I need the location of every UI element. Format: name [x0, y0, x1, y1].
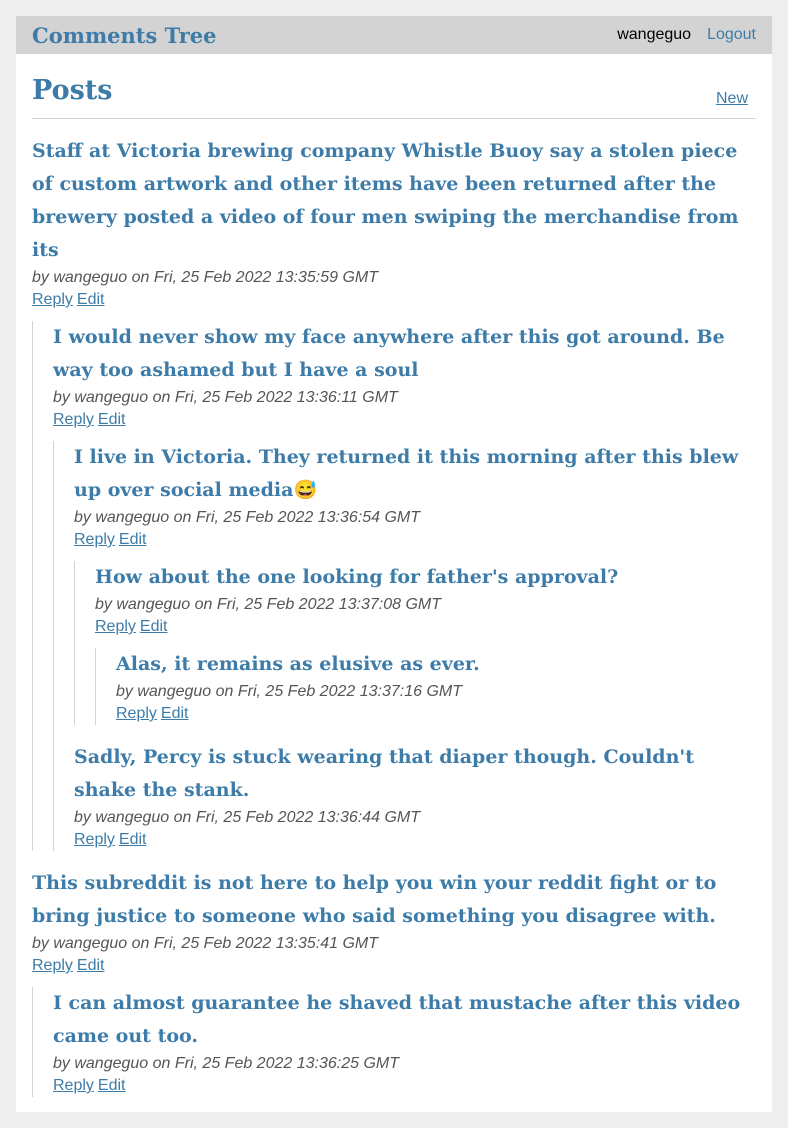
edit-link[interactable]: Edit	[140, 618, 168, 635]
comment-text: Staff at Victoria brewing company Whistl…	[32, 140, 739, 261]
main-content: Posts New Staff at Victoria brewing comp…	[16, 54, 772, 1097]
reply-link[interactable]: Reply	[74, 831, 115, 848]
posts-header: Posts New	[32, 54, 756, 119]
top-navbar: Comments Tree wangeguo Logout	[16, 16, 772, 54]
comment-text: Alas, it remains as elusive as ever.	[116, 653, 480, 675]
user-menu: wangeguo Logout	[617, 26, 756, 44]
reply-link[interactable]: Reply	[116, 705, 157, 722]
comment-replies: Alas, it remains as elusive as ever. by w…	[95, 648, 756, 725]
comment-actions: Reply Edit	[116, 703, 756, 725]
comment: Sadly, Percy is stuck wearing that diape…	[74, 741, 756, 851]
comment-meta: by wangeguo on Fri, 25 Feb 2022 13:37:16…	[116, 683, 462, 700]
comment: I would never show my face anywhere afte…	[53, 321, 756, 851]
edit-link[interactable]: Edit	[98, 1077, 126, 1094]
comment-replies: How about the one looking for father's a…	[74, 561, 756, 725]
comment-meta: by wangeguo on Fri, 25 Feb 2022 13:36:44…	[74, 809, 420, 826]
edit-link[interactable]: Edit	[119, 831, 147, 848]
comment-replies: I can almost guarantee he shaved that mu…	[32, 987, 756, 1097]
comment-actions: Reply Edit	[53, 1075, 756, 1097]
comment-text: This subreddit is not here to help you w…	[32, 872, 717, 927]
comment-actions: Reply Edit	[95, 616, 756, 638]
reply-link[interactable]: Reply	[95, 618, 136, 635]
comment-actions: Reply Edit	[74, 529, 756, 551]
comment-text: I can almost guarantee he shaved that mu…	[53, 992, 741, 1047]
comment-text: How about the one looking for father's a…	[95, 566, 619, 588]
comment: I live in Victoria. They returned it thi…	[74, 441, 756, 725]
comment-meta: by wangeguo on Fri, 25 Feb 2022 13:36:54…	[74, 509, 420, 526]
comment-meta: by wangeguo on Fri, 25 Feb 2022 13:36:11…	[53, 389, 398, 406]
comment-meta: by wangeguo on Fri, 25 Feb 2022 13:37:08…	[95, 596, 441, 613]
comment-actions: Reply Edit	[32, 955, 756, 977]
brand-link[interactable]: Comments Tree	[32, 23, 217, 48]
comment-text: I live in Victoria. They returned it thi…	[74, 446, 739, 501]
comment-meta: by wangeguo on Fri, 25 Feb 2022 13:35:59…	[32, 269, 378, 286]
reply-link[interactable]: Reply	[74, 531, 115, 548]
edit-link[interactable]: Edit	[98, 411, 126, 428]
app-frame: Comments Tree wangeguo Logout Posts New …	[16, 16, 772, 1112]
comment: This subreddit is not here to help you w…	[32, 867, 756, 1097]
comment: How about the one looking for father's a…	[95, 561, 756, 725]
edit-link[interactable]: Edit	[119, 531, 147, 548]
comment-actions: Reply Edit	[53, 409, 756, 431]
reply-link[interactable]: Reply	[32, 291, 73, 308]
page-title: Posts	[32, 75, 113, 106]
comments-tree: Staff at Victoria brewing company Whistl…	[32, 135, 756, 1097]
comment: I can almost guarantee he shaved that mu…	[53, 987, 756, 1097]
edit-link[interactable]: Edit	[161, 705, 189, 722]
comment-meta: by wangeguo on Fri, 25 Feb 2022 13:35:41…	[32, 935, 378, 952]
comment-text: I would never show my face anywhere afte…	[53, 326, 725, 381]
logout-link[interactable]: Logout	[707, 26, 756, 44]
comment-text: Sadly, Percy is stuck wearing that diape…	[74, 746, 694, 801]
comment-replies: I would never show my face anywhere afte…	[32, 321, 756, 851]
username-label: wangeguo	[617, 26, 692, 43]
comment-replies: I live in Victoria. They returned it thi…	[53, 441, 756, 851]
edit-link[interactable]: Edit	[77, 291, 105, 308]
comment-actions: Reply Edit	[74, 829, 756, 851]
edit-link[interactable]: Edit	[77, 957, 105, 974]
comment: Alas, it remains as elusive as ever. by w…	[116, 648, 756, 725]
reply-link[interactable]: Reply	[53, 1077, 94, 1094]
new-post-link[interactable]: New	[716, 90, 748, 108]
comment-actions: Reply Edit	[32, 289, 756, 311]
reply-link[interactable]: Reply	[53, 411, 94, 428]
reply-link[interactable]: Reply	[32, 957, 73, 974]
comment-meta: by wangeguo on Fri, 25 Feb 2022 13:36:25…	[53, 1055, 399, 1072]
comment: Staff at Victoria brewing company Whistl…	[32, 135, 756, 851]
